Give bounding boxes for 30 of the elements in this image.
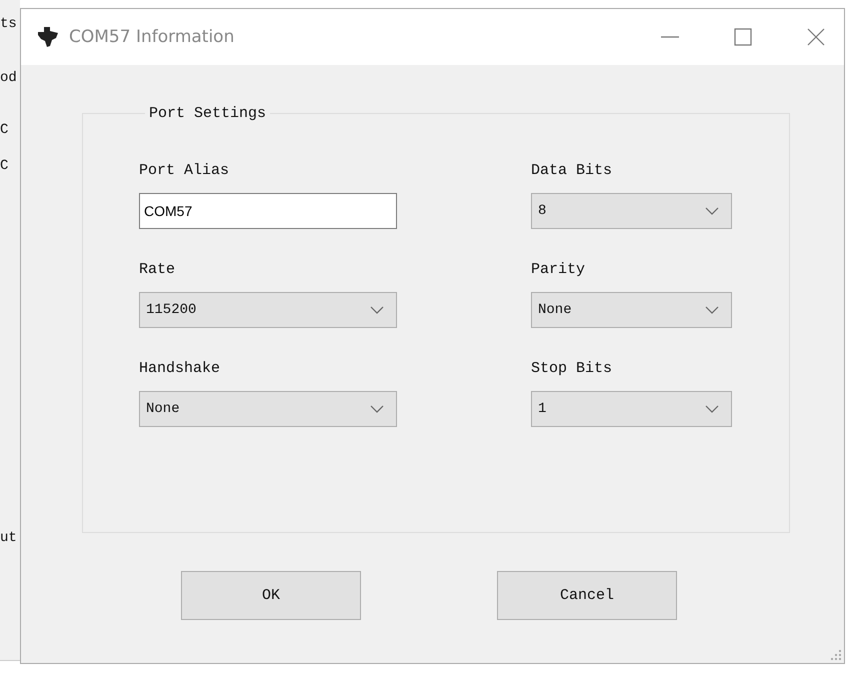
field-label: Data Bits (531, 162, 614, 179)
window-text-fragment: ut (0, 530, 18, 546)
field-label: Handshake (139, 360, 222, 377)
chevron-down-icon (370, 405, 384, 413)
window-text-fragment: od (0, 70, 18, 86)
dialog-button[interactable]: Cancel (497, 571, 677, 620)
dropdown[interactable]: None (139, 391, 397, 427)
state-map-logo-icon (37, 26, 59, 48)
maximize-icon[interactable] (733, 27, 753, 47)
chevron-down-icon (705, 405, 719, 413)
field-label: Port Alias (139, 162, 230, 179)
window-title: COM57 Information (69, 27, 234, 47)
resize-grip-icon[interactable] (831, 650, 841, 660)
close-icon[interactable] (806, 27, 826, 47)
dropdown[interactable]: None (531, 292, 732, 328)
chevron-down-icon (705, 306, 719, 314)
dropdown[interactable]: 8 (531, 193, 732, 229)
input-field[interactable]: COM57 (139, 193, 397, 229)
dropdown[interactable]: 115200 (139, 292, 397, 328)
dialog-button[interactable]: OK (181, 571, 361, 620)
field-label: Stop Bits (531, 360, 614, 377)
window-text-fragment: C (0, 158, 10, 174)
window-text-fragment: ts (0, 16, 18, 32)
window-text-fragment: C (0, 122, 10, 138)
chevron-down-icon (370, 306, 384, 314)
field-label: Rate (139, 261, 176, 278)
field-label: Parity (531, 261, 586, 278)
dropdown[interactable]: 1 (531, 391, 732, 427)
chevron-down-icon (705, 207, 719, 215)
group-title: Port Settings (148, 105, 268, 122)
